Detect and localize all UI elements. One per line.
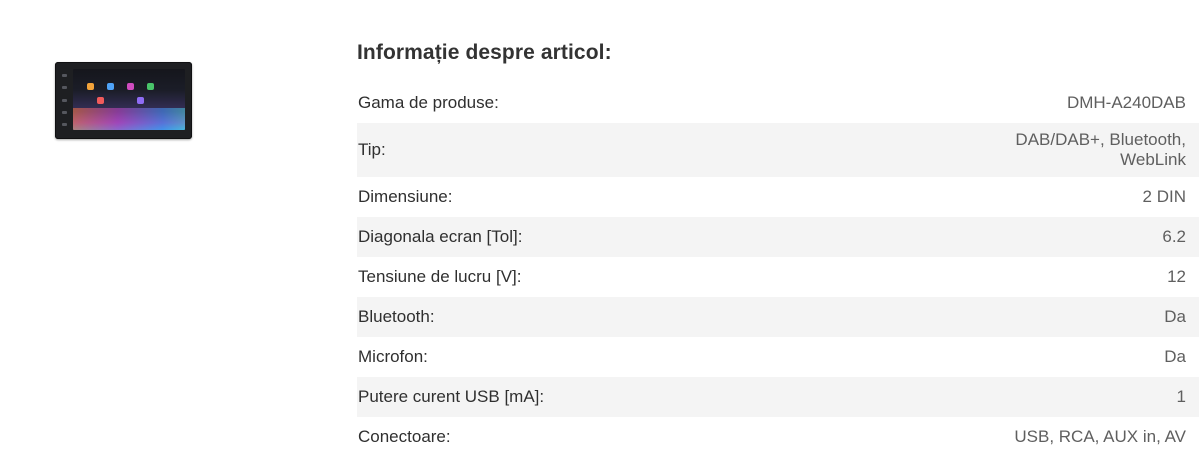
spec-value: 1 [1176,387,1186,406]
spec-row: Tensiune de lucru [V]: 12 [357,257,1199,297]
spec-label: Gama de produse: [358,93,499,112]
spec-row: Tip: DAB/DAB+, Bluetooth, WebLink [357,123,1199,177]
spec-row: Bluetooth: Da [357,297,1199,337]
spec-row: Diagonala ecran [Tol]: 6.2 [357,217,1199,257]
spec-label: Diagonala ecran [Tol]: [358,227,523,246]
spec-label: Tensiune de lucru [V]: [358,267,522,286]
spec-label: Conectoare: [358,427,451,446]
spec-label: Bluetooth: [358,307,435,326]
spec-value: 12 [1167,267,1186,286]
spec-row: Conectoare: USB, RCA, AUX in, AV [357,417,1199,457]
spec-value: USB, RCA, AUX in, AV [1014,427,1186,446]
product-info: Informație despre articol: Gama de produ… [357,38,1199,446]
app-icon [107,83,114,90]
screen-wallpaper [73,108,185,130]
spec-value: DMH-A240DAB [1066,93,1186,112]
product-image[interactable] [55,62,192,139]
app-icon [137,97,144,104]
spec-value: 2 DIN [1142,187,1186,206]
spec-value: DAB/DAB+, Bluetooth, WebLink [1015,130,1186,169]
spec-row: Putere curent USB [mA]: 1 [357,377,1199,417]
app-icon [147,83,154,90]
spec-row: Gama de produse: DMH-A240DAB [357,83,1199,123]
spec-label: Tip: [358,140,386,159]
app-icon [87,83,94,90]
head-unit-buttons [60,74,69,126]
spec-label: Putere curent USB [mA]: [358,387,545,406]
spec-value: 6.2 [1162,227,1186,246]
spec-value: Da [1164,307,1186,326]
spec-label: Microfon: [358,347,428,366]
spec-value: Da [1164,347,1186,366]
info-title: Informație despre articol: [357,41,612,64]
spec-row: Microfon: Da [357,337,1199,377]
spec-row: Dimensiune: 2 DIN [357,177,1199,217]
app-icon [97,97,104,104]
app-icon [127,83,134,90]
spec-table: Gama de produse: DMH-A240DAB Tip: DAB/DA… [357,83,1199,457]
spec-label: Dimensiune: [358,187,453,206]
head-unit-screen [73,69,185,130]
